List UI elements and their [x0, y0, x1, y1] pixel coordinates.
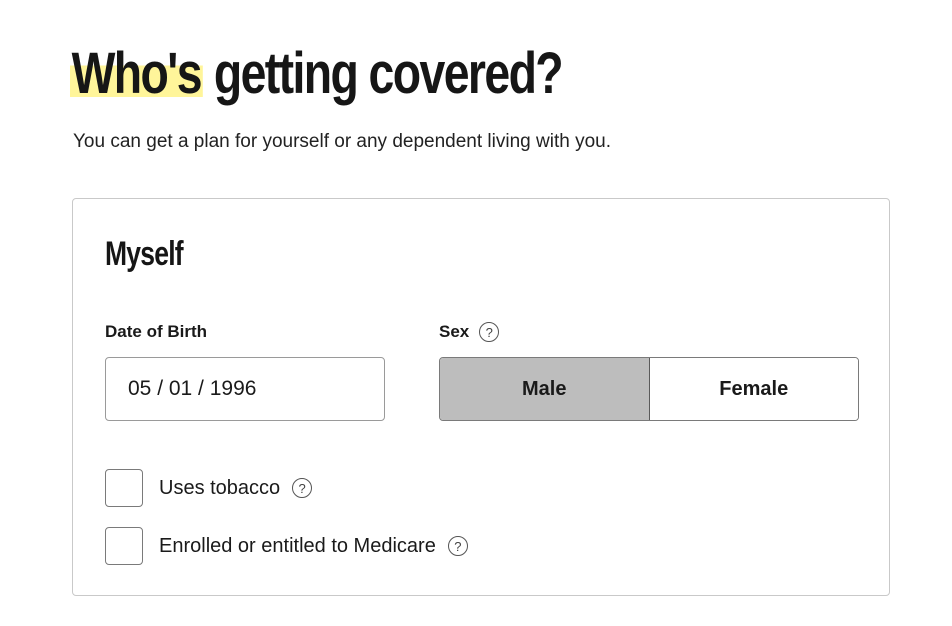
member-card-myself: Myself Date of Birth Sex ? Male Female U…	[72, 198, 890, 596]
sex-option-male[interactable]: Male	[440, 358, 650, 420]
sex-label: Sex	[439, 322, 470, 341]
medicare-row: Enrolled or entitled to Medicare ?	[105, 527, 468, 565]
title-rest: getting covered?	[213, 41, 564, 106]
medicare-checkbox[interactable]	[105, 527, 143, 565]
sex-help-icon[interactable]: ?	[479, 322, 500, 342]
sex-toggle: Male Female	[439, 357, 859, 421]
tobacco-help-icon[interactable]: ?	[292, 478, 313, 498]
tobacco-row: Uses tobacco ?	[105, 469, 313, 507]
tobacco-checkbox[interactable]	[105, 469, 143, 507]
sex-label-row: Sex ?	[439, 321, 500, 343]
tobacco-label[interactable]: Uses tobacco	[159, 477, 280, 500]
card-title: Myself	[105, 235, 184, 273]
sex-option-female[interactable]: Female	[649, 358, 858, 420]
page-subtitle: You can get a plan for yourself or any d…	[73, 131, 611, 152]
page-title: Who's getting covered?	[70, 38, 564, 110]
title-highlight: Who's	[70, 41, 203, 106]
medicare-help-icon[interactable]: ?	[447, 536, 468, 556]
medicare-label[interactable]: Enrolled or entitled to Medicare	[159, 535, 436, 558]
dob-label: Date of Birth	[105, 322, 207, 341]
dob-input[interactable]	[105, 357, 385, 421]
